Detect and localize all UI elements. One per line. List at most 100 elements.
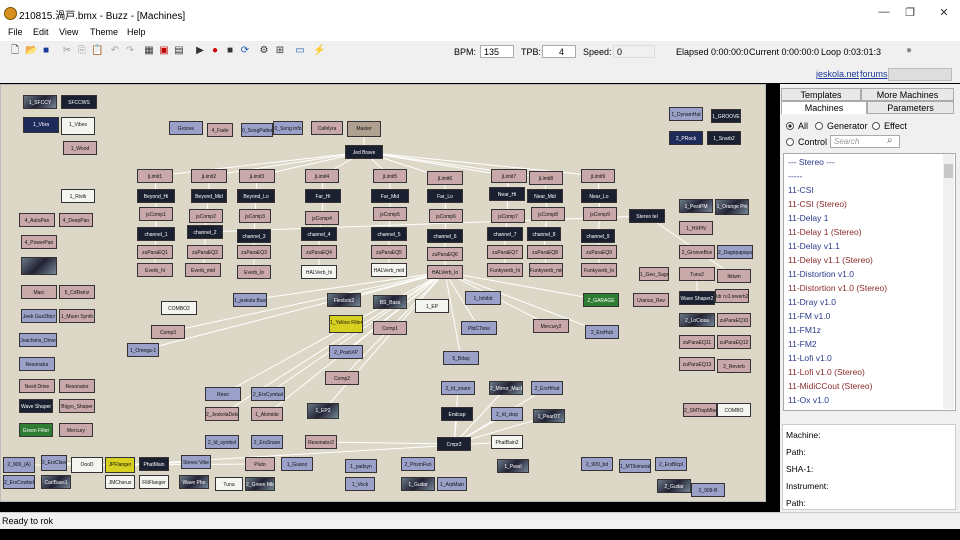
machine-node[interactable]: jsComp8 [531, 207, 565, 221]
machine-list-item[interactable]: 11-Lofi v1.0 [788, 353, 832, 363]
machine-node[interactable]: 2_Id_symbol [205, 435, 239, 449]
machine-node[interactable]: 1_EP2 [307, 403, 339, 419]
scrollbar-thumb[interactable] [944, 164, 953, 178]
machine-node[interactable]: 2_909-B [691, 483, 725, 497]
machine-node[interactable]: 1_Vibes [61, 117, 95, 135]
paste-icon[interactable]: 📋 [91, 45, 103, 57]
machine-node[interactable]: HALVerb_mid [371, 263, 407, 277]
machine-node[interactable]: Funkyverb_lo [581, 263, 617, 277]
machine-node[interactable]: 2_909_bd [581, 457, 613, 471]
machine-node[interactable]: 1_Pearl [497, 459, 529, 473]
machine-node[interactable]: JPFlanger [105, 457, 135, 473]
machine-list-item[interactable]: 11-Delay v1.1 [788, 241, 840, 251]
machine-node[interactable]: Far_Mid [371, 189, 409, 203]
machine-node[interactable]: Comp1 [373, 321, 407, 335]
machine-node[interactable]: 2_Guitar [657, 479, 691, 493]
machine-node[interactable]: Stereo tel [629, 209, 665, 223]
machine-node[interactable]: 4_AutoPan [19, 213, 55, 227]
machine-node[interactable]: 1_Guitar [401, 477, 435, 491]
machine-list-item[interactable]: 11-Ox v1.0 [788, 395, 829, 405]
machine-node[interactable]: Z_GARAGE [583, 293, 619, 307]
machine-node[interactable]: 1_Muon Synth [59, 309, 95, 323]
machine-node[interactable]: Uranus_Rev [633, 293, 669, 307]
machine-node[interactable]: Near_Hi [489, 187, 525, 201]
machine-node[interactable]: 1_DynamHat [669, 107, 703, 121]
machine-list-item[interactable]: 11-Delay 1 [788, 213, 828, 223]
machine-node[interactable]: zuParaEQ13 [679, 357, 715, 371]
machine-node[interactable]: Comp2 [325, 371, 359, 385]
machine-node[interactable]: 2_ErsClaves [41, 455, 67, 471]
search-icon[interactable]: ⌕ [887, 135, 893, 146]
undo-icon[interactable]: ↶ [109, 45, 121, 57]
menu-view[interactable]: View [59, 27, 78, 37]
machine-node[interactable]: Mercury [59, 423, 93, 437]
machine-node[interactable]: 2_Id_snare [441, 381, 475, 395]
machine-node[interactable]: 2_PRock [669, 131, 703, 145]
machine-node[interactable]: SFCCWS [61, 95, 97, 109]
machine-node[interactable]: 2_ErsCymbal [251, 387, 285, 401]
machine-node[interactable]: 1_PestPM [679, 199, 713, 213]
machine-node[interactable]: Wave Pho [179, 475, 209, 489]
machine-node[interactable]: jLimit7 [491, 169, 527, 183]
machine-node[interactable]: channel_4 [301, 227, 337, 241]
machine-node[interactable]: Funkyverb_hi [487, 263, 523, 277]
machine-node[interactable]: zuParaEQ12 [717, 335, 751, 349]
machine-node[interactable]: 1_PearDT [533, 409, 565, 423]
machine-node[interactable]: Master [347, 121, 381, 137]
machine-node[interactable]: 2_ErsCowbel [3, 475, 35, 489]
machine-node[interactable]: COMBO2 [161, 301, 197, 315]
machine-node[interactable]: Mercury2 [533, 319, 569, 333]
machine-node[interactable]: 1_Veck [345, 477, 375, 491]
machine-node[interactable]: 1_Guano [281, 457, 313, 471]
machine-node[interactable]: 1_Wood [63, 141, 97, 155]
machine-list-item[interactable]: 11-Lofi v1.0 (Stereo) [788, 367, 865, 377]
machine-list-item[interactable]: 11-FM1z [788, 325, 821, 335]
machine-node[interactable]: 1_Alomide [251, 407, 283, 421]
pattern-view-icon[interactable]: ▦ [143, 45, 155, 57]
machine-node[interactable]: 2_Mirror_Machine [489, 381, 523, 395]
machine-node[interactable]: zuParaEQ1 [137, 245, 173, 259]
machine-node[interactable]: 2_Reverb [717, 359, 751, 373]
sequence-view-icon[interactable]: ▤ [173, 45, 185, 57]
menu-theme[interactable]: Theme [90, 27, 118, 37]
machine-node[interactable]: 2_ErsBlcpl [655, 457, 687, 471]
machine-list-scrollbar[interactable] [943, 154, 954, 409]
machine-node[interactable]: 0_Song Info [273, 121, 303, 135]
machine-node[interactable]: Tuns2 [679, 267, 715, 281]
machine-list-item[interactable]: 11-CSI (Stereo) [788, 199, 847, 209]
machine-node[interactable]: Bigyo_Shaper [59, 399, 95, 413]
machine-node[interactable]: jsComp6 [429, 209, 463, 223]
machine-list-item[interactable]: 11-FM v1.0 [788, 311, 830, 321]
machine-node[interactable]: 1_Omega-1 [127, 343, 159, 357]
machine-node[interactable]: Nesit Drive [19, 379, 55, 393]
machine-node[interactable]: 1_MT/kimeral [619, 459, 651, 473]
machine-list-item[interactable]: 11-Distortion v1.0 (Stereo) [788, 283, 887, 293]
machine-view[interactable]: 1_SFCCY SFCCWS 1_Vbra 1_Vibes 1_Wood 1_Rivib 4… [0, 84, 766, 502]
machine-node[interactable]: 1_GROOVE [711, 109, 741, 123]
forums-link[interactable]: forums [860, 69, 888, 79]
new-file-icon[interactable]: 🗋 [9, 45, 21, 57]
machine-list-item[interactable]: 11-MidiCCout (Stereo) [788, 381, 872, 391]
machine-node[interactable]: jsComp9 [583, 207, 617, 221]
machine-list-item[interactable]: --- Stereo --- [788, 157, 835, 167]
filter-control-radio[interactable] [786, 138, 794, 146]
machine-node[interactable] [21, 257, 57, 275]
machine-node[interactable]: Idr n.0.reverb2 [715, 289, 749, 303]
machine-node[interactable]: 1_padsyn [345, 459, 377, 473]
machine-node[interactable]: jLimit6 [427, 171, 463, 185]
machine-node[interactable]: 2_909_(A) [3, 457, 35, 473]
machine-node[interactable]: zuParaEQ10 [717, 313, 751, 327]
machine-list-item[interactable]: 11-Delay v1.1 (Stereo) [788, 255, 873, 265]
machine-node[interactable]: 2_PrismFun [401, 457, 435, 471]
machine-node[interactable]: 2_ErsSnare [251, 435, 283, 449]
cut-icon[interactable]: ✂ [61, 45, 73, 57]
machine-node[interactable]: jsComp7 [491, 209, 525, 223]
machine-node[interactable]: zuParaEQ6 [427, 247, 463, 261]
machine-node[interactable]: 5_Bdap [443, 351, 479, 365]
machine-node[interactable]: HALVerb_hi [301, 265, 337, 279]
machine-node[interactable]: zuParaEQ4 [301, 245, 337, 259]
window-icon[interactable]: ▭ [294, 45, 306, 57]
machine-node[interactable]: channel_3 [237, 229, 271, 243]
machine-list-item[interactable]: 11-FM2 [788, 339, 817, 349]
tab-templates[interactable]: Templates [781, 88, 861, 101]
